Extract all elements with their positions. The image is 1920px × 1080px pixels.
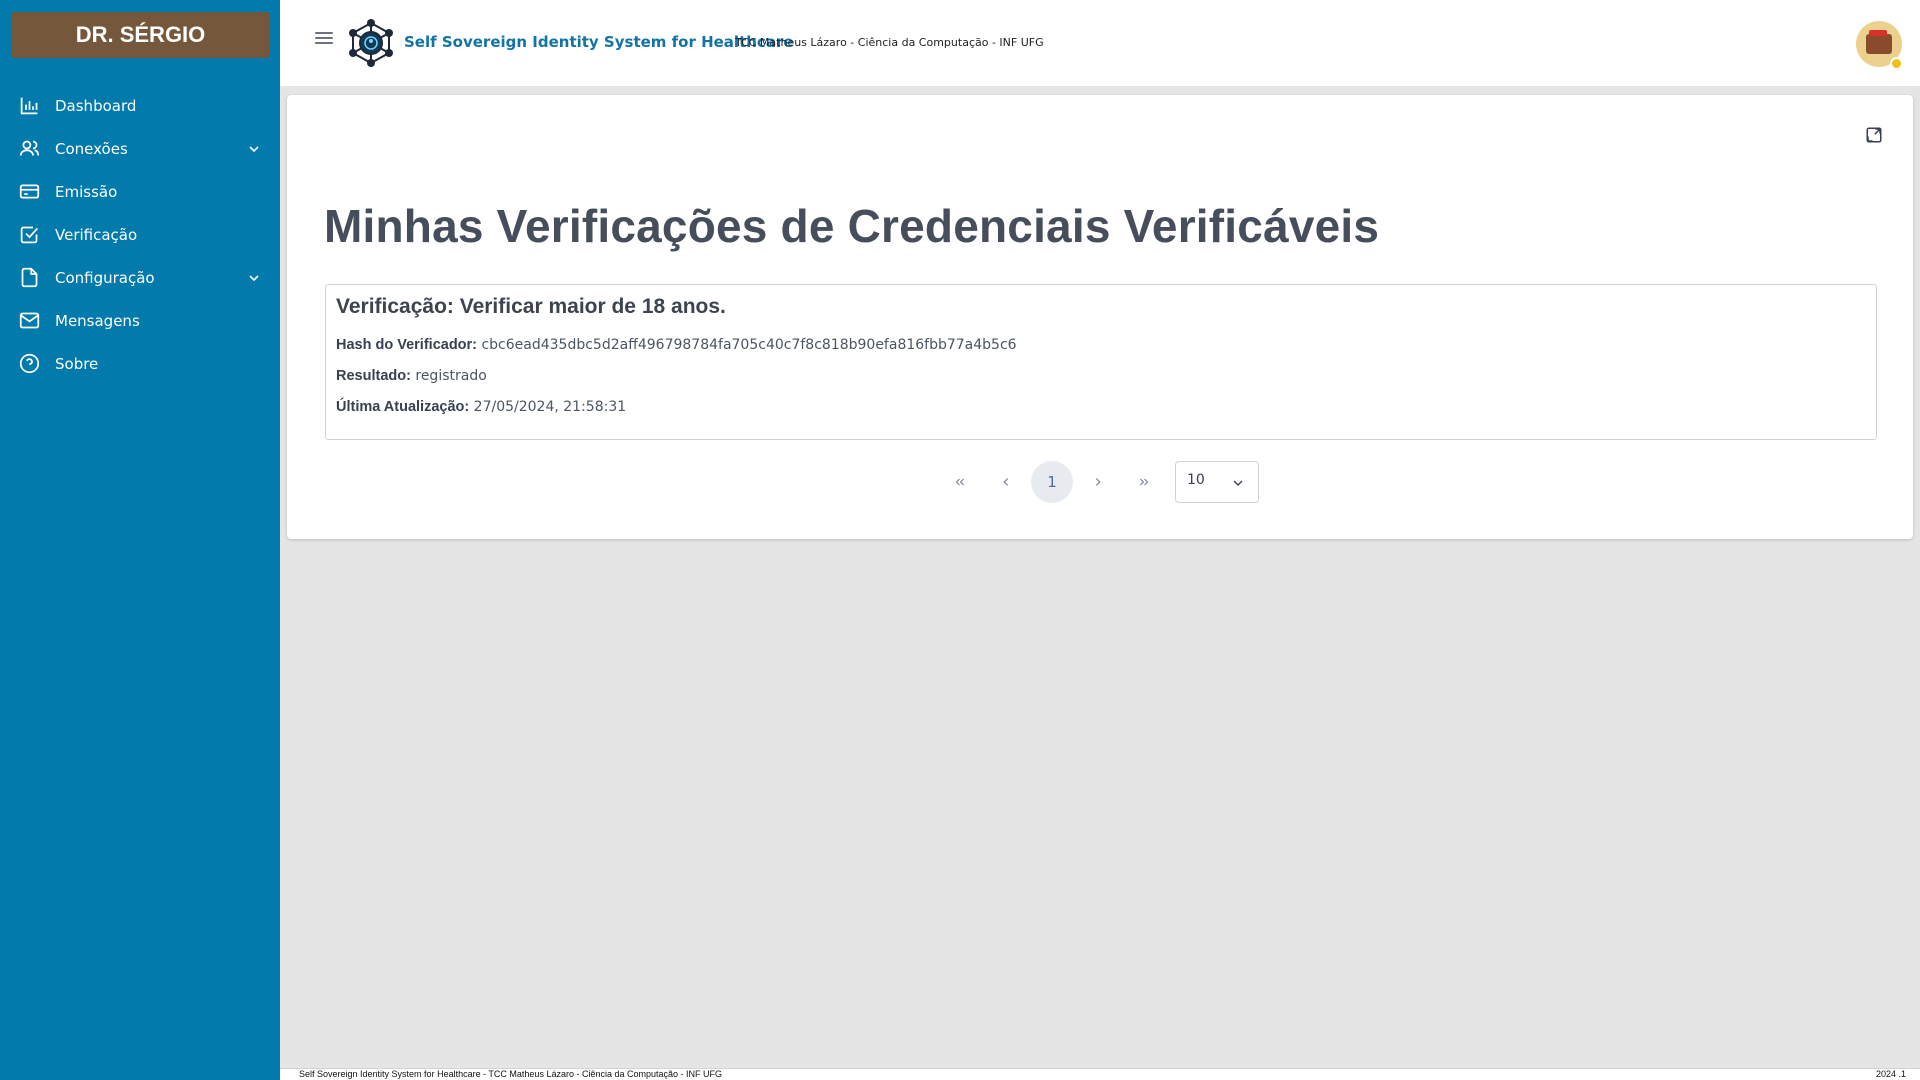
help-circle-icon xyxy=(19,353,40,374)
wallet-icon xyxy=(1866,30,1892,54)
top-header: Self Sovereign Identity System for Healt… xyxy=(280,0,1920,87)
check-square-icon xyxy=(19,224,40,245)
verification-title: Verificação: Verificar maior de 18 anos. xyxy=(336,295,726,318)
sidebar-item-verificacao[interactable]: Verificação xyxy=(0,213,280,256)
chevrons-left-icon xyxy=(955,478,964,486)
page-button[interactable]: 1 xyxy=(1031,461,1073,503)
updated-value: 27/05/2024, 21:58:31 xyxy=(473,399,627,415)
sidebar-item-label: Emissão xyxy=(55,182,118,201)
hash-label: Hash do Verificador: xyxy=(336,337,478,353)
user-name-banner: DR. SÉRGIO xyxy=(12,12,269,58)
per-page-value: 10 xyxy=(1187,472,1205,488)
users-icon xyxy=(19,138,40,159)
network-logo-icon xyxy=(349,19,393,67)
verification-card: Verificação: Verificar maior de 18 anos.… xyxy=(325,284,1877,440)
menu-icon[interactable] xyxy=(315,32,333,46)
sidebar-item-mensagens[interactable]: Mensagens xyxy=(0,299,280,342)
sidebar-item-emissao[interactable]: Emissão xyxy=(0,170,280,213)
footer-text: Self Sovereign Identity System for Healt… xyxy=(299,1069,723,1079)
chevrons-right-icon xyxy=(1140,478,1149,486)
chevron-left-icon xyxy=(1003,478,1009,486)
sidebar-item-label: Configuração xyxy=(55,268,155,287)
last-page-button[interactable] xyxy=(1123,461,1165,503)
sidebar-item-label: Mensagens xyxy=(55,311,140,330)
footer: Self Sovereign Identity System for Healt… xyxy=(280,1068,1920,1080)
result-row: Resultado: registrado xyxy=(336,368,487,384)
first-page-button[interactable] xyxy=(939,461,981,503)
page-title: Minhas Verificações de Credenciais Verif… xyxy=(324,200,1380,252)
sidebar-item-sobre[interactable]: Sobre xyxy=(0,342,280,385)
pagination: 1 10 xyxy=(939,460,1259,504)
chevron-down-icon[interactable] xyxy=(246,270,262,286)
sidebar: DR. SÉRGIO Dashboard Conexões Emissão Ve… xyxy=(0,0,280,1080)
file-icon xyxy=(19,267,40,288)
main-card: Minhas Verificações de Credenciais Verif… xyxy=(287,95,1913,539)
chevron-right-icon xyxy=(1095,478,1101,486)
hash-value: cbc6ead435dbc5d2aff496798784fa705c40c7f8… xyxy=(481,337,1017,353)
sidebar-nav: Dashboard Conexões Emissão Verificação C… xyxy=(0,84,280,385)
sidebar-item-label: Sobre xyxy=(55,354,99,373)
updated-label: Última Atualização: xyxy=(336,399,470,415)
footer-version: 2024 .1 xyxy=(1875,1069,1906,1079)
result-label: Resultado: xyxy=(336,368,411,384)
sidebar-item-label: Verificação xyxy=(55,225,138,244)
result-value: registrado xyxy=(415,368,487,384)
chevron-down-icon[interactable] xyxy=(246,141,262,157)
updated-row: Última Atualização: 27/05/2024, 21:58:31 xyxy=(336,399,626,415)
mail-icon xyxy=(19,310,40,331)
bar-chart-icon xyxy=(19,95,40,116)
shield-badge-icon xyxy=(1890,57,1903,70)
next-page-button[interactable] xyxy=(1077,461,1119,503)
credit-card-icon xyxy=(19,181,40,202)
sidebar-item-label: Conexões xyxy=(55,139,128,158)
hash-row: Hash do Verificador: cbc6ead435dbc5d2aff… xyxy=(336,337,1017,353)
sidebar-item-conexoes[interactable]: Conexões xyxy=(0,127,280,170)
per-page-select[interactable]: 10 xyxy=(1175,461,1259,503)
sidebar-item-dashboard[interactable]: Dashboard xyxy=(0,84,280,127)
sidebar-item-label: Dashboard xyxy=(55,96,137,115)
expand-icon[interactable] xyxy=(1865,126,1883,144)
sidebar-item-configuracao[interactable]: Configuração xyxy=(0,256,280,299)
chevron-down-icon xyxy=(1233,480,1243,486)
prev-page-button[interactable] xyxy=(985,461,1027,503)
wallet-avatar[interactable] xyxy=(1856,21,1903,70)
app-subtitle: TCC Matheus Lázaro - Ciência da Computaç… xyxy=(735,36,1044,49)
